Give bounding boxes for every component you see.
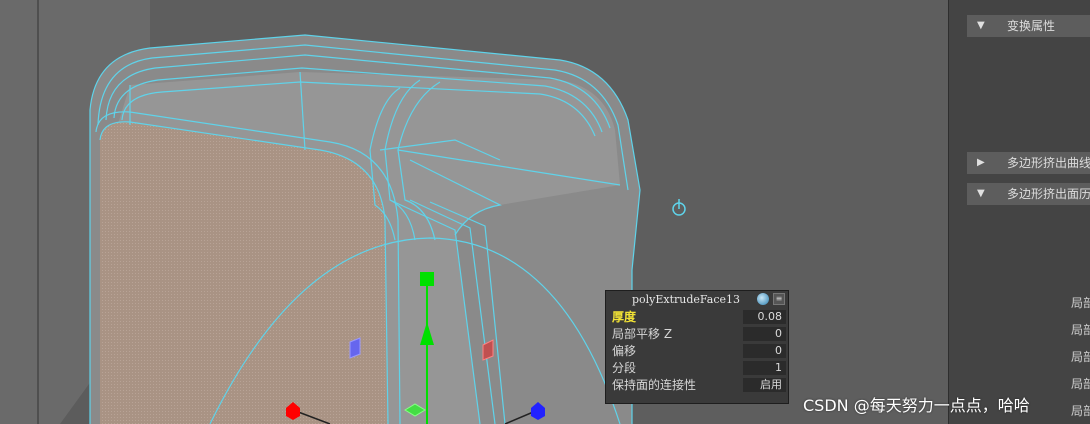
extrude-hud-panel[interactable]: polyExtrudeFace13 ≡ 厚度 0.08 局部平移 Z 0 偏移 …: [605, 290, 789, 404]
hud-menu-icon[interactable]: ≡: [773, 293, 785, 305]
hud-label[interactable]: 厚度: [612, 309, 636, 325]
hud-label[interactable]: 局部平移 Z: [612, 326, 672, 342]
hud-value-field[interactable]: 启用: [743, 378, 786, 392]
3d-viewport[interactable]: polyExtrudeFace13 ≡ 厚度 0.08 局部平移 Z 0 偏移 …: [0, 0, 948, 424]
section-poly-extrude-curve[interactable]: ▶ 多边形挤出曲线: [967, 152, 1090, 174]
hud-value-field[interactable]: 0: [743, 344, 786, 358]
watermark: CSDN @每天努力一点点，哈哈: [803, 396, 1030, 415]
hud-label[interactable]: 分段: [612, 360, 636, 376]
hud-row-thickness[interactable]: 厚度 0.08: [609, 309, 787, 325]
expand-triangle-icon[interactable]: ▼: [977, 15, 985, 37]
attribute-editor-panel[interactable]: ▼ 变换属性 ▶ 多边形挤出曲线 ▼ 多边形挤出面历 局部 局部 局部 局部 局…: [948, 0, 1090, 424]
attr-label: 局部: [1071, 296, 1090, 310]
y-axis-handle[interactable]: [420, 272, 434, 286]
hud-label[interactable]: 偏移: [612, 343, 636, 359]
hud-row-local-translate-z[interactable]: 局部平移 Z 0: [609, 326, 787, 342]
attr-label: 局部: [1071, 404, 1090, 418]
hud-options-icon[interactable]: [757, 293, 769, 305]
mesh-object[interactable]: [89, 34, 641, 424]
hud-row-keep-faces-together[interactable]: 保持面的连接性 启用: [609, 377, 787, 393]
attr-label: 局部: [1071, 377, 1090, 391]
attr-label: 局部: [1071, 323, 1090, 337]
hud-value-field[interactable]: 0.08: [743, 310, 786, 324]
hud-row-offset[interactable]: 偏移 0: [609, 343, 787, 359]
section-transform-attributes[interactable]: ▼ 变换属性: [967, 15, 1090, 37]
hud-label[interactable]: 保持面的连接性: [612, 377, 696, 393]
hud-row-divisions[interactable]: 分段 1: [609, 360, 787, 376]
expand-triangle-icon[interactable]: ▼: [977, 183, 985, 205]
section-poly-extrude-face[interactable]: ▼ 多边形挤出面历: [967, 183, 1090, 205]
hud-value-field[interactable]: 1: [743, 361, 786, 375]
selected-face[interactable]: [100, 121, 388, 424]
collapse-triangle-icon[interactable]: ▶: [977, 152, 985, 174]
hud-node-name: polyExtrudeFace13: [631, 293, 741, 306]
attr-label: 局部: [1071, 350, 1090, 364]
viewport-canvas[interactable]: [0, 0, 948, 424]
plane-handle-blue[interactable]: [349, 337, 361, 359]
hud-value-field[interactable]: 0: [743, 327, 786, 341]
